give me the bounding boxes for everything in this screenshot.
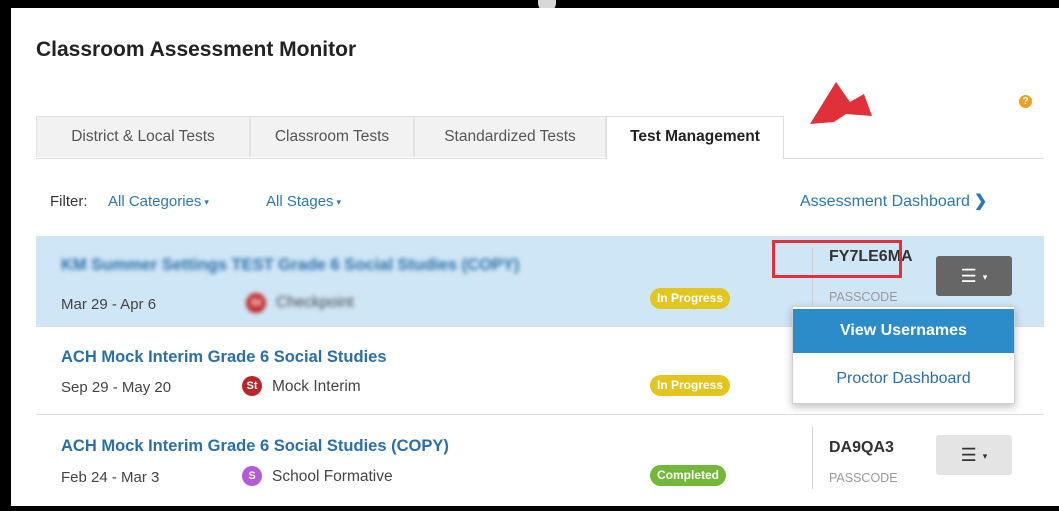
page-title: Classroom Assessment Monitor: [36, 38, 357, 61]
passcode-label: PASSCODE: [829, 471, 898, 485]
categories-dropdown-label: All Categories: [108, 193, 202, 210]
assessment-dashboard-link[interactable]: Assessment Dashboard ❯: [800, 191, 987, 211]
category-badge-icon: St: [246, 293, 266, 313]
caret-down-icon: ▾: [982, 272, 988, 283]
menu-item-proctor-dashboard[interactable]: Proctor Dashboard: [793, 357, 1014, 401]
passcode-label: PASSCODE: [829, 290, 898, 304]
category-label: Checkpoint: [276, 294, 354, 311]
screen-frame-top: [0, 0, 1059, 8]
row-actions-menu-button[interactable]: ☰ ▾: [936, 256, 1012, 296]
stages-dropdown[interactable]: All Stages ▾: [266, 193, 341, 210]
help-icon[interactable]: ?: [1019, 95, 1032, 108]
hamburger-icon: ☰: [960, 266, 977, 286]
table-row[interactable]: ACH Mock Interim Grade 6 Social Studies …: [36, 415, 1044, 503]
categories-dropdown[interactable]: All Categories ▾: [108, 193, 209, 210]
hamburger-icon: ☰: [960, 445, 977, 465]
category-label: Mock Interim: [272, 378, 361, 395]
passcode-value: DA9QA3: [829, 439, 894, 456]
caret-down-icon: ▾: [204, 196, 209, 207]
chevron-right-icon: ❯: [973, 193, 988, 210]
category-badge-icon: St: [242, 376, 262, 396]
stages-dropdown-label: All Stages: [266, 193, 334, 210]
date-range: Mar 29 - Apr 6: [61, 296, 157, 313]
tab-test-management[interactable]: Test Management: [606, 116, 784, 159]
caret-down-icon: ▾: [336, 196, 342, 207]
filter-label: Filter:: [50, 193, 88, 210]
tab-bar: District & Local Tests Classroom Tests S…: [36, 116, 1044, 159]
tab-classroom[interactable]: Classroom Tests: [250, 116, 414, 157]
caret-down-icon: ▾: [982, 451, 988, 462]
screen-frame-left: [0, 0, 11, 511]
date-range: Sep 29 - May 20: [61, 379, 172, 396]
assessment-dashboard-label: Assessment Dashboard: [800, 193, 970, 210]
screen-frame-bottom: [0, 506, 1059, 511]
menu-item-view-usernames[interactable]: View Usernames: [793, 309, 1014, 353]
row-actions-dropdown: View Usernames Proctor Dashboard: [792, 306, 1015, 404]
tab-district-local[interactable]: District & Local Tests: [36, 116, 250, 157]
column-divider: [812, 427, 813, 489]
status-badge: Completed: [650, 465, 727, 486]
status-badge: In Progress: [650, 375, 731, 396]
passcode-highlight-box: [772, 240, 902, 278]
category-label: School Formative: [272, 468, 393, 485]
status-badge: In Progress: [650, 288, 731, 309]
test-title-link[interactable]: KM Summer Settings TEST Grade 6 Social S…: [61, 256, 519, 275]
date-range: Feb 24 - Mar 3: [61, 469, 160, 486]
category-badge-icon: S: [242, 466, 262, 486]
tab-standardized[interactable]: Standardized Tests: [414, 116, 606, 157]
row-actions-menu-button[interactable]: ☰ ▾: [936, 435, 1012, 475]
test-title-link[interactable]: ACH Mock Interim Grade 6 Social Studies: [61, 348, 387, 367]
test-title-link[interactable]: ACH Mock Interim Grade 6 Social Studies …: [61, 437, 449, 456]
